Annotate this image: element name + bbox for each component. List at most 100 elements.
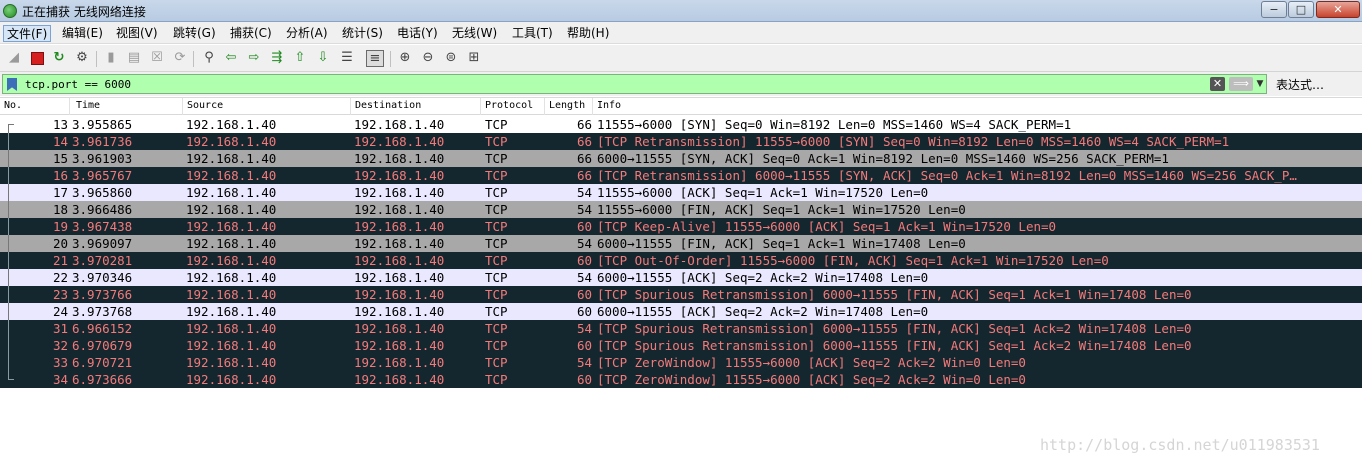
- zoom-normal-icon[interactable]: ⊜: [442, 50, 460, 67]
- packet-protocol: TCP: [485, 151, 508, 166]
- packet-protocol: TCP: [485, 304, 508, 319]
- packet-row[interactable]: 34 6.973666 192.168.1.40 192.168.1.40 TCP 60 […: [0, 371, 1362, 388]
- packet-source: 192.168.1.40: [186, 185, 277, 200]
- menu-statistics[interactable]: 统计(S): [339, 25, 386, 42]
- conversation-bracket: [8, 201, 14, 218]
- save-file-icon[interactable]: ▤: [125, 50, 143, 67]
- bookmark-icon[interactable]: [7, 78, 17, 91]
- packet-source: 192.168.1.40: [186, 253, 277, 268]
- packet-number: 13: [52, 117, 68, 132]
- packet-destination: 192.168.1.40: [354, 134, 445, 149]
- packet-number: 17: [52, 185, 68, 200]
- packet-source: 192.168.1.40: [186, 304, 277, 319]
- apply-filter-icon[interactable]: ⟹: [1229, 77, 1253, 91]
- packet-row[interactable]: 18 3.966486 192.168.1.40 192.168.1.40 TCP 54 1…: [0, 201, 1362, 218]
- packet-number: 33: [52, 355, 68, 370]
- packet-length: 54: [576, 355, 592, 370]
- maximize-button[interactable]: □: [1288, 1, 1314, 18]
- packet-row[interactable]: 32 6.970679 192.168.1.40 192.168.1.40 TCP 60 […: [0, 337, 1362, 354]
- column-header-destination[interactable]: Destination: [351, 98, 481, 115]
- title-bar: 正在捕获 无线网络连接 − □ ✕: [0, 0, 1362, 22]
- packet-length: 66: [576, 117, 592, 132]
- packet-row[interactable]: 19 3.967438 192.168.1.40 192.168.1.40 TCP 60 […: [0, 218, 1362, 235]
- column-header-time[interactable]: Time: [70, 98, 183, 115]
- packet-number: 18: [52, 202, 68, 217]
- capture-options-icon[interactable]: ⚙: [73, 50, 91, 67]
- toolbar-separator: [96, 51, 97, 67]
- column-header-protocol[interactable]: Protocol: [481, 98, 545, 115]
- packet-destination: 192.168.1.40: [354, 372, 445, 387]
- filter-history-dropdown-icon[interactable]: ▼: [1255, 77, 1265, 91]
- packet-destination: 192.168.1.40: [354, 304, 445, 319]
- go-forward-icon[interactable]: ⇨: [245, 50, 263, 67]
- packet-protocol: TCP: [485, 168, 508, 183]
- column-header-source[interactable]: Source: [183, 98, 351, 115]
- packet-source: 192.168.1.40: [186, 355, 277, 370]
- conversation-bracket: [8, 184, 14, 201]
- packet-destination: 192.168.1.40: [354, 287, 445, 302]
- packet-source: 192.168.1.40: [186, 338, 277, 353]
- packet-number: 22: [52, 270, 68, 285]
- close-file-icon[interactable]: ☒: [148, 50, 166, 67]
- first-packet-icon[interactable]: ⇧: [291, 50, 309, 67]
- minimize-button[interactable]: −: [1261, 1, 1287, 18]
- packet-row[interactable]: 24 3.973768 192.168.1.40 192.168.1.40 TCP 60 6…: [0, 303, 1362, 320]
- packet-row[interactable]: 31 6.966152 192.168.1.40 192.168.1.40 TCP 54 […: [0, 320, 1362, 337]
- packet-row[interactable]: 22 3.970346 192.168.1.40 192.168.1.40 TCP 54 6…: [0, 269, 1362, 286]
- packet-row[interactable]: 23 3.973766 192.168.1.40 192.168.1.40 TCP 60 […: [0, 286, 1362, 303]
- packet-time: 3.965767: [72, 168, 133, 183]
- stop-capture-icon[interactable]: [31, 52, 44, 65]
- column-header-no[interactable]: No.: [0, 98, 70, 115]
- expression-button[interactable]: 表达式…: [1276, 76, 1324, 93]
- go-back-icon[interactable]: ⇦: [222, 50, 240, 67]
- restart-capture-icon[interactable]: ↻: [50, 50, 68, 67]
- menu-capture[interactable]: 捕获(C): [227, 25, 275, 42]
- packet-number: 14: [52, 134, 68, 149]
- menu-go[interactable]: 跳转(G): [170, 25, 219, 42]
- packet-row[interactable]: 33 6.970721 192.168.1.40 192.168.1.40 TCP 54 […: [0, 354, 1362, 371]
- packet-length: 60: [576, 287, 592, 302]
- open-file-icon[interactable]: ▮: [102, 50, 120, 67]
- last-packet-icon[interactable]: ⇩: [314, 50, 332, 67]
- auto-scroll-icon[interactable]: ☰: [338, 50, 356, 67]
- conversation-bracket: [8, 150, 14, 167]
- zoom-out-icon[interactable]: ⊖: [419, 50, 437, 67]
- packet-row[interactable]: 13 3.955865 192.168.1.40 192.168.1.40 TCP 66 1…: [0, 116, 1362, 133]
- packet-time: 3.961903: [72, 151, 133, 166]
- menu-file[interactable]: 文件(F): [3, 25, 52, 42]
- zoom-in-icon[interactable]: ⊕: [396, 50, 414, 67]
- reload-file-icon[interactable]: ⟳: [171, 50, 189, 67]
- close-button[interactable]: ✕: [1316, 1, 1360, 18]
- menu-edit[interactable]: 编辑(E): [59, 25, 106, 42]
- conversation-bracket: [8, 252, 14, 269]
- shark-fin-icon[interactable]: ◢: [5, 50, 23, 67]
- menu-telephony[interactable]: 电话(Y): [394, 25, 441, 42]
- packet-row[interactable]: 14 3.961736 192.168.1.40 192.168.1.40 TCP 66 […: [0, 133, 1362, 150]
- packet-length: 60: [576, 253, 592, 268]
- menu-analyze[interactable]: 分析(A): [283, 25, 331, 42]
- resize-columns-icon[interactable]: ⊞: [465, 50, 483, 67]
- packet-row[interactable]: 15 3.961903 192.168.1.40 192.168.1.40 TCP 66 6…: [0, 150, 1362, 167]
- packet-protocol: TCP: [485, 321, 508, 336]
- packet-destination: 192.168.1.40: [354, 355, 445, 370]
- menu-view[interactable]: 视图(V): [113, 25, 161, 42]
- packet-row[interactable]: 21 3.970281 192.168.1.40 192.168.1.40 TCP 60 […: [0, 252, 1362, 269]
- menu-wireless[interactable]: 无线(W): [449, 25, 500, 42]
- packet-length: 54: [576, 270, 592, 285]
- packet-info: 11555→6000 [ACK] Seq=1 Ack=1 Win=17520 L…: [597, 185, 929, 200]
- find-packet-icon[interactable]: ⚲: [200, 50, 218, 67]
- packet-row[interactable]: 16 3.965767 192.168.1.40 192.168.1.40 TCP 66 […: [0, 167, 1362, 184]
- menu-tools[interactable]: 工具(T): [509, 25, 556, 42]
- colorize-icon[interactable]: ≡: [366, 50, 384, 67]
- packet-list[interactable]: 13 3.955865 192.168.1.40 192.168.1.40 TCP 66 1…: [0, 116, 1362, 388]
- column-header-length[interactable]: Length: [545, 98, 593, 115]
- clear-filter-icon[interactable]: ✕: [1210, 77, 1225, 91]
- packet-row[interactable]: 17 3.965860 192.168.1.40 192.168.1.40 TCP 54 1…: [0, 184, 1362, 201]
- go-to-packet-icon[interactable]: ⇶: [268, 50, 286, 67]
- packet-row[interactable]: 20 3.969097 192.168.1.40 192.168.1.40 TCP 54 6…: [0, 235, 1362, 252]
- packet-source: 192.168.1.40: [186, 202, 277, 217]
- packet-protocol: TCP: [485, 287, 508, 302]
- display-filter-input[interactable]: tcp.port == 6000 ✕ ⟹ ▼: [2, 74, 1267, 94]
- menu-help[interactable]: 帮助(H): [564, 25, 612, 42]
- column-header-info[interactable]: Info: [593, 98, 1362, 115]
